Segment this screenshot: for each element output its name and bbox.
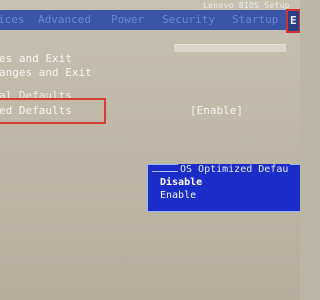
option-discard-changes-and-exit[interactable]: anges and Exit	[0, 66, 92, 79]
menu-tab-security[interactable]: Security	[162, 13, 215, 26]
os-optimized-defaults-popup: OS Optimized Defau Disable Enable	[147, 164, 300, 212]
menu-tab-advanced[interactable]: Advanced	[38, 13, 91, 26]
popup-option-enable[interactable]: Enable	[160, 190, 196, 201]
bios-screen: Lenovo BIOS Setup ices Advanced Power Se…	[0, 0, 300, 300]
highlight-box	[0, 98, 106, 124]
popup-option-disable[interactable]: Disable	[160, 177, 202, 188]
menu-tab-power[interactable]: Power	[111, 13, 144, 26]
menu-tab-devices[interactable]: ices	[0, 13, 25, 26]
header-decoration	[174, 44, 286, 52]
os-optimized-defaults-value[interactable]: [Enable]	[190, 104, 243, 117]
popup-title: OS Optimized Defau	[178, 164, 291, 175]
popup-border-rule	[152, 171, 178, 172]
menu-tab-startup[interactable]: Startup	[232, 13, 278, 26]
menu-bar: ices Advanced Power Security Startup E	[0, 9, 300, 33]
option-save-changes-and-exit[interactable]: es and Exit	[0, 52, 72, 65]
menu-tab-exit[interactable]: E	[286, 9, 300, 33]
